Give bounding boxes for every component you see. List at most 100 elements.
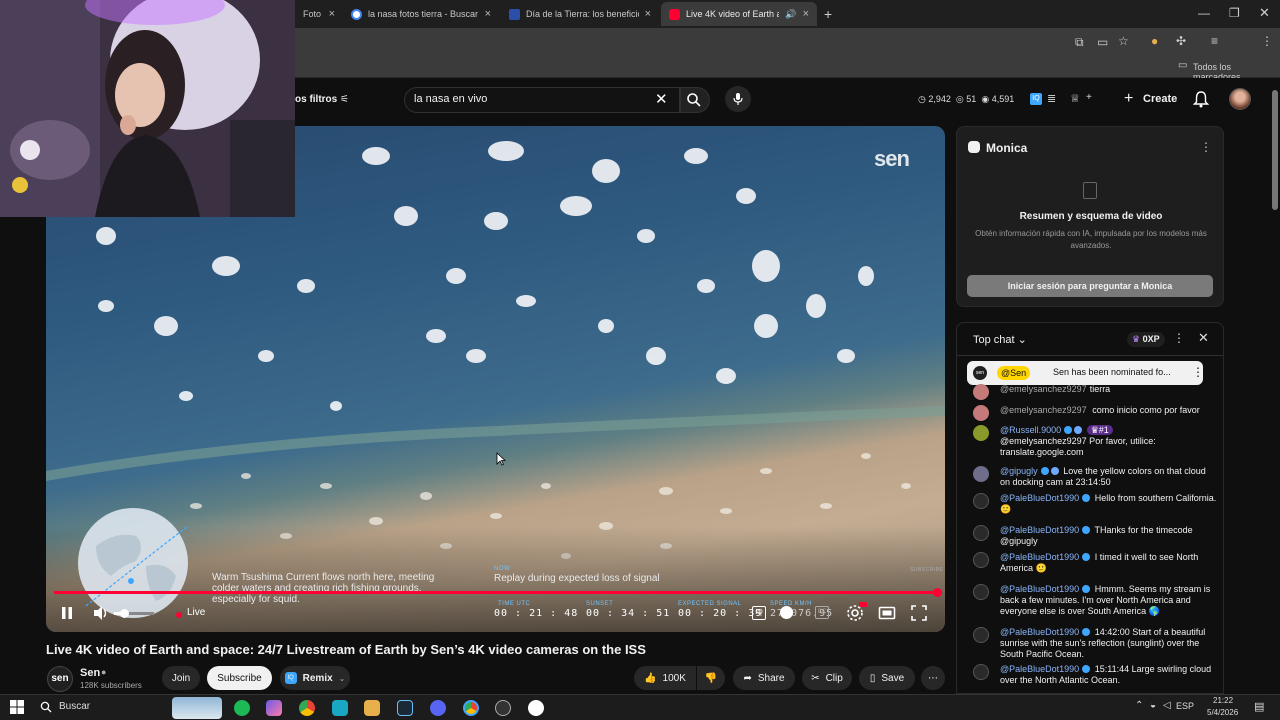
notifications-bell-icon[interactable] [1193,91,1209,108]
filters-label: os filtros [295,94,338,105]
chrome-active-icon[interactable] [463,700,479,716]
page-scrollbar[interactable] [1271,78,1280,694]
chat-author[interactable]: @PaleBlueDot1990 [1000,584,1079,594]
windows-start-icon[interactable] [10,700,24,714]
cast-icon[interactable]: ▭ [1097,35,1108,49]
like-button[interactable]: 👍 100K [634,666,696,690]
trophy-icon[interactable]: ♕ [1070,92,1080,105]
xp-badge[interactable]: ♛ 0XP [1127,332,1165,347]
join-button[interactable]: Join [162,666,200,690]
subtitles-icon[interactable]: CC [815,606,829,619]
steam-icon[interactable] [397,700,413,716]
tray-network-icon[interactable]: ◒ [1150,700,1156,711]
app-icon[interactable] [528,700,544,716]
iq-extension-button[interactable]: IQ [752,606,766,620]
channel-name[interactable]: Sen [80,667,100,679]
pinned-message[interactable]: sen @Sen Sen has been nominated fo... ⋮ [967,361,1204,385]
close-icon[interactable]: × [645,8,651,20]
app-icon[interactable] [332,700,348,716]
minimize-icon[interactable]: — [1198,6,1210,20]
clear-search-icon[interactable]: ✕ [655,90,668,108]
close-icon[interactable]: × [803,8,809,20]
browser-tab[interactable]: la nasa fotos tierra - Buscar con × [343,4,499,24]
chat-mode-dropdown[interactable]: Top chat ⌄ [973,333,1027,346]
volume-slider-handle[interactable] [120,609,129,618]
fullscreen-icon[interactable] [911,605,927,621]
volume-icon[interactable] [92,605,110,621]
taskbar-widget-image[interactable] [172,697,222,719]
chat-mode-label: Top chat [973,334,1015,346]
share-button[interactable]: ➦ Share [733,666,795,690]
tray-chevron-icon[interactable]: ⌃ [1135,700,1143,711]
obs-icon[interactable] [495,700,511,716]
discord-icon[interactable] [430,700,446,716]
reading-list-icon[interactable]: ≡ [1211,34,1218,48]
app-icon[interactable] [266,700,282,716]
browser-tab-active[interactable]: Live 4K video of Earth and s 🔊 × [661,2,817,26]
create-button[interactable]: Create [1143,93,1177,105]
close-icon[interactable]: × [485,8,491,20]
chat-author[interactable]: @gipugly [1000,466,1038,476]
chat-author[interactable]: @PaleBlueDot1990 [1000,627,1079,637]
extension-iq-icon[interactable]: IQ [1030,93,1042,105]
browser-tab[interactable]: Foto × [295,4,343,24]
chat-avatar [973,552,989,568]
extensions-icon[interactable]: ✣ [1176,34,1186,48]
chat-author[interactable]: @Russell.9000 [1000,425,1061,435]
chat-message: @Russell.9000 ♛#1 @emelysanchez9297 Por f… [973,425,1217,458]
voice-search-button[interactable] [725,86,751,112]
new-tab-button[interactable]: + [824,6,832,22]
chat-menu-icon[interactable]: ⋮ [1173,331,1185,345]
monica-login-label: Iniciar sesión para preguntar a Monica [1007,281,1173,291]
file-explorer-icon[interactable] [364,700,380,716]
spotify-icon[interactable] [234,700,250,716]
speaker-icon[interactable]: 🔊 [785,9,796,20]
extension-monica-icon[interactable]: ● [1151,34,1158,48]
chat-author[interactable]: @emelysanchez9297 [1000,384,1087,394]
translate-icon[interactable]: ⧉ [1075,35,1084,50]
clip-button[interactable]: ✂ Clip [802,666,852,690]
tray-volume-icon[interactable]: ◁ [1163,700,1171,711]
account-avatar[interactable] [1229,88,1251,110]
progress-scrubber-handle[interactable] [933,588,942,597]
clock-date[interactable]: 5/4/2026 [1207,708,1238,717]
mouse-cursor-icon [496,452,506,466]
thumbs-up-icon: 👍 [644,672,657,684]
live-progress-bar[interactable] [54,591,938,594]
plus-small-icon[interactable]: + [1086,92,1092,103]
close-icon[interactable]: × [329,8,335,20]
more-actions-button[interactable]: ⋯ [921,666,945,690]
dislike-button[interactable]: 👎 [697,666,725,690]
pinned-menu-icon[interactable]: ⋮ [1192,365,1204,379]
chevron-down-icon: ⌄ [338,673,346,683]
clock-time[interactable]: 21:22 [1213,696,1233,705]
remix-button[interactable]: IQ Remix ⌄ [280,666,350,690]
chat-author[interactable]: @PaleBlueDot1990 [1000,493,1079,503]
channel-avatar[interactable]: sen [47,666,73,692]
close-window-icon[interactable]: ✕ [1259,5,1270,21]
scrollbar-thumb[interactable] [1272,90,1278,210]
browser-tab[interactable]: Día de la Tierra: los beneficios d × [501,4,659,24]
live-badge[interactable]: Live [187,607,205,618]
taskbar-search-input[interactable]: Buscar [59,701,90,712]
keyboard-language[interactable]: ESP [1176,701,1194,711]
save-button[interactable]: ▯ Save [859,666,915,690]
filters-button[interactable]: os filtros ⚟ [295,94,349,105]
chrome-icon[interactable] [299,700,315,716]
chat-author[interactable]: @PaleBlueDot1990 [1000,525,1079,535]
list-icon[interactable]: ≣ [1047,92,1056,105]
notifications-center-icon[interactable]: ▤ [1254,700,1264,713]
bookmark-star-icon[interactable]: ☆ [1118,34,1129,48]
restore-icon[interactable]: ❐ [1229,6,1240,20]
theater-mode-icon[interactable] [878,605,896,621]
chat-author[interactable]: @PaleBlueDot1990 [1000,664,1079,674]
chat-author[interactable]: @emelysanchez9297 [1000,405,1087,415]
menu-icon[interactable]: ⋮ [1261,34,1273,48]
close-chat-icon[interactable]: ✕ [1198,330,1209,346]
monica-login-button[interactable]: Iniciar sesión para preguntar a Monica [967,275,1213,297]
chat-author[interactable]: @PaleBlueDot1990 [1000,552,1079,562]
monica-menu-icon[interactable]: ⋮ [1200,140,1212,154]
autoplay-toggle[interactable] [780,606,793,619]
subscribe-button[interactable]: Subscribe [207,666,272,690]
pause-icon[interactable] [60,605,74,621]
